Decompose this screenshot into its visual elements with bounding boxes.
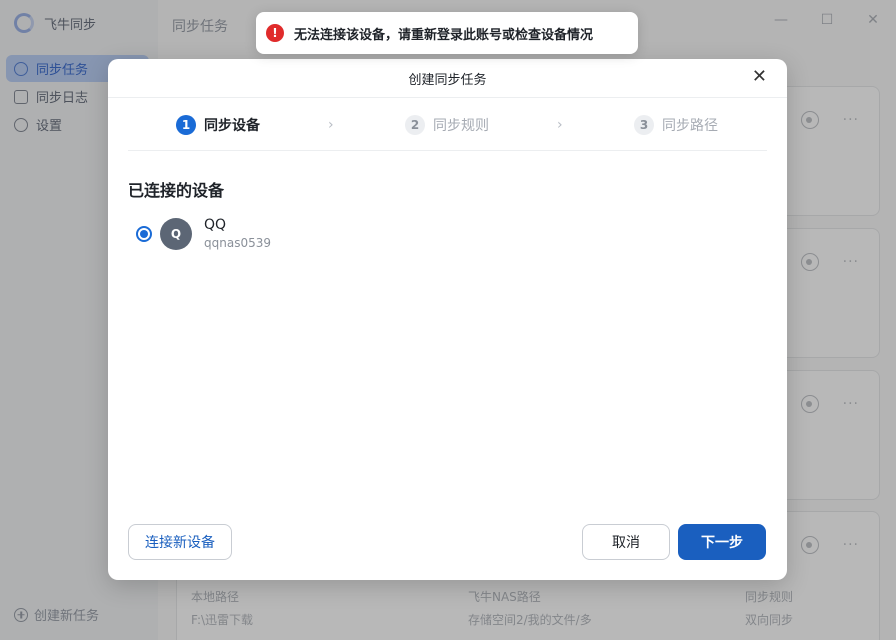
dialog-title: 创建同步任务 xyxy=(408,72,487,88)
step-number: 1 xyxy=(176,114,196,135)
device-option[interactable]: Q QQ qqnas0539 xyxy=(136,217,271,250)
error-toast: ! 无法连接该设备，请重新登录此账号或检查设备情况 xyxy=(256,12,638,54)
chevron-right-icon: › xyxy=(328,116,334,133)
step-sync-path: 3 同步路径 xyxy=(634,114,718,135)
step-number: 2 xyxy=(405,114,425,135)
chevron-right-icon: › xyxy=(557,116,563,133)
step-number: 3 xyxy=(634,114,654,135)
stepper: 1 同步设备 › 2 同步规则 › 3 同步路径 xyxy=(128,99,767,151)
step-label: 同步路径 xyxy=(662,117,718,134)
next-button[interactable]: 下一步 xyxy=(678,524,766,560)
step-label: 同步规则 xyxy=(433,117,489,134)
step-label: 同步设备 xyxy=(204,117,260,134)
device-info: QQ qqnas0539 xyxy=(204,217,271,250)
dialog-header: 创建同步任务 ✕ xyxy=(108,59,787,98)
connected-devices-heading: 已连接的设备 xyxy=(128,181,225,200)
connect-new-device-button[interactable]: 连接新设备 xyxy=(128,524,232,560)
step-sync-rule: 2 同步规则 xyxy=(405,114,489,135)
device-id: qqnas0539 xyxy=(204,236,271,250)
step-sync-device: 1 同步设备 xyxy=(176,114,260,135)
close-icon[interactable]: ✕ xyxy=(752,67,767,87)
avatar: Q xyxy=(160,217,192,250)
cancel-button[interactable]: 取消 xyxy=(582,524,670,560)
create-sync-task-dialog: 创建同步任务 ✕ 1 同步设备 › 2 同步规则 › 3 同步路径 已连接的设备… xyxy=(108,59,787,580)
toast-message: 无法连接该设备，请重新登录此账号或检查设备情况 xyxy=(294,27,594,43)
device-radio[interactable] xyxy=(136,225,152,242)
radio-selected-icon xyxy=(140,229,148,238)
error-icon: ! xyxy=(266,24,284,42)
device-name: QQ xyxy=(204,217,227,233)
